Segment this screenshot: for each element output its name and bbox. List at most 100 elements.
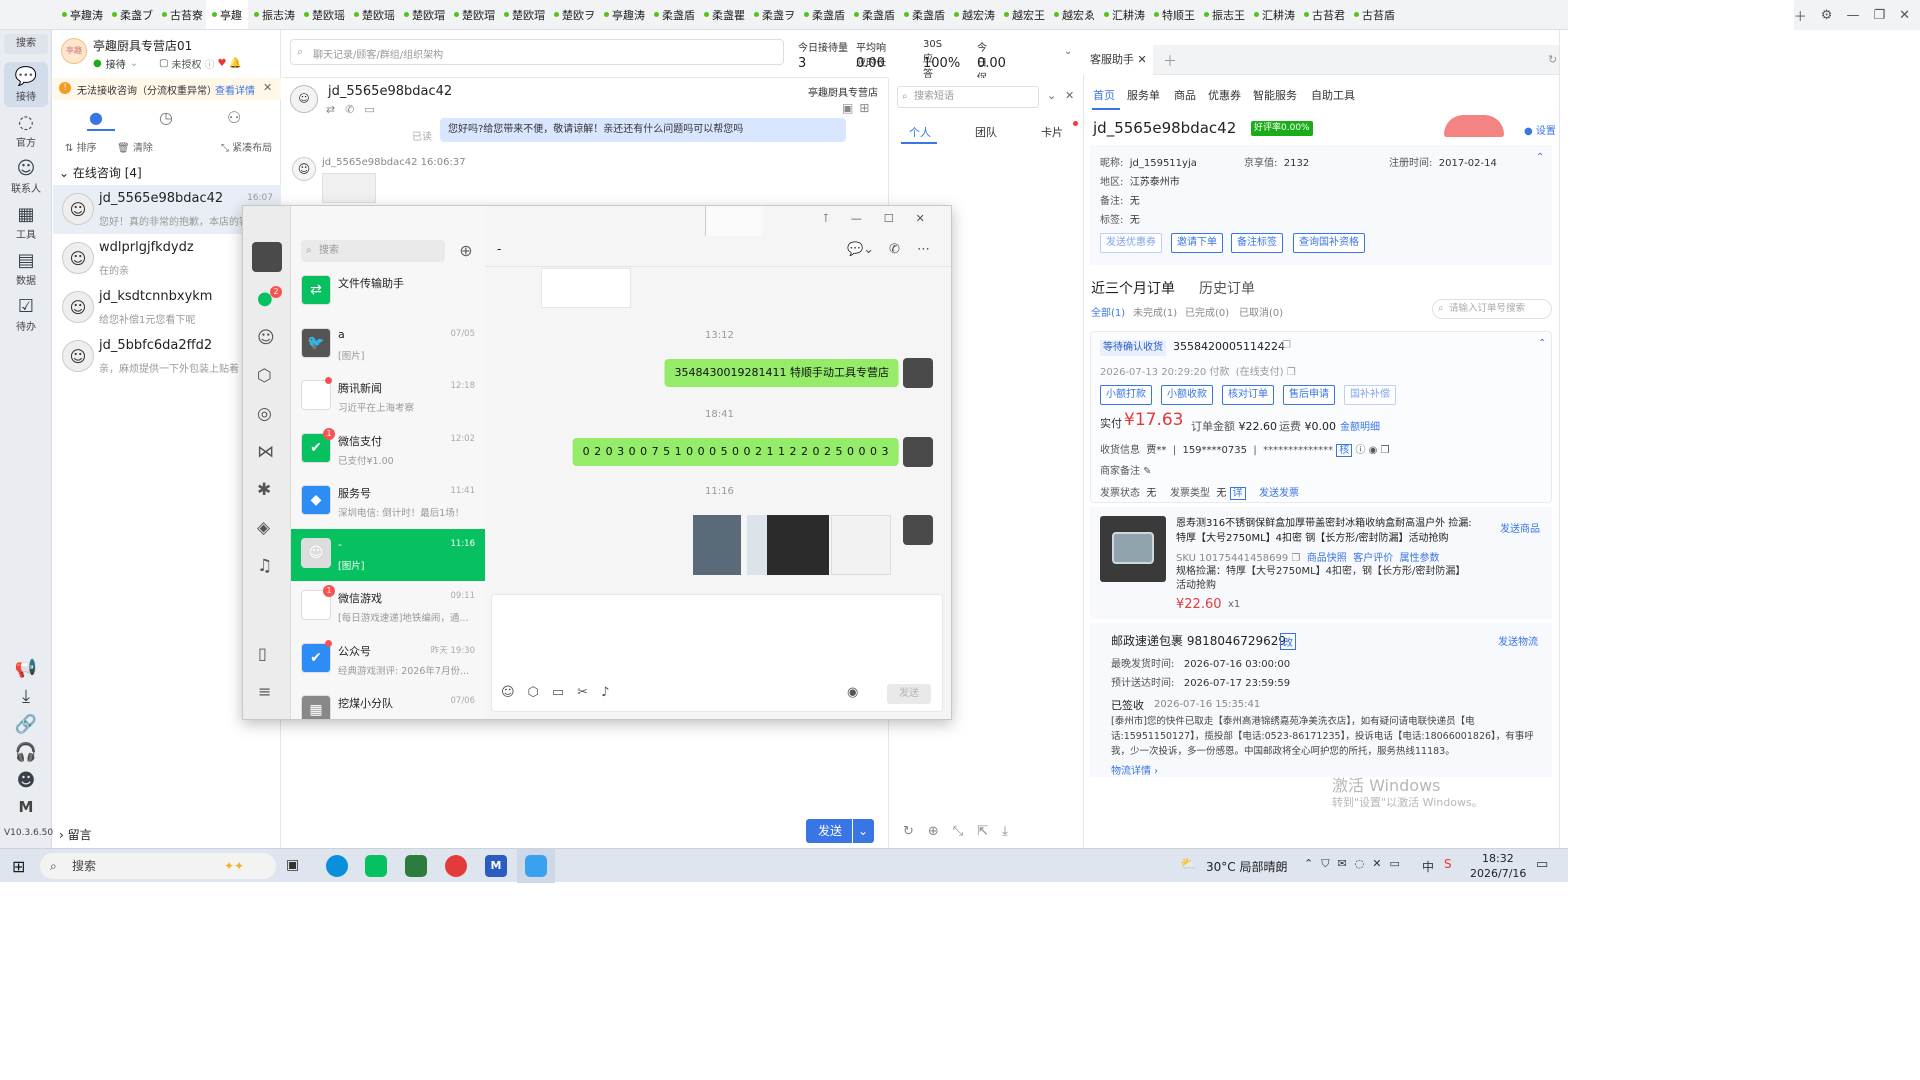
wechat-image-4[interactable] xyxy=(831,515,891,575)
add-tab-icon[interactable]: ＋ xyxy=(1794,6,1807,25)
app-red-icon[interactable] xyxy=(445,855,467,877)
send-coupon-button[interactable]: 发送优惠券 xyxy=(1100,233,1162,253)
wechat-chat-item[interactable]: ☺ - [图片] 11:16 xyxy=(291,528,485,581)
close-icon[interactable]: ✕ xyxy=(1899,8,1910,23)
chat-header-icons[interactable]: ⇄✆▭ xyxy=(326,103,385,116)
nav-todo[interactable]: ☑ 待办 xyxy=(4,296,48,333)
shop-tab[interactable]: 柔盏盾 xyxy=(798,0,848,29)
image-message-thumb[interactable] xyxy=(322,173,376,203)
nav-official[interactable]: ◌ 官方 xyxy=(4,112,48,149)
nav-reception[interactable]: 💬 接待 xyxy=(4,62,48,107)
aftersale-button[interactable]: 售后申请 xyxy=(1283,385,1335,405)
wechat-send-button[interactable]: 发送 xyxy=(887,684,931,704)
shop-tab[interactable]: 古苔寮 xyxy=(156,0,206,29)
close-panel-icon[interactable]: ✕ xyxy=(1065,89,1074,102)
task-view-icon[interactable]: ▣ xyxy=(286,857,299,873)
wechat-image-1[interactable] xyxy=(693,515,741,575)
headset-icon[interactable]: 🎧 xyxy=(4,742,48,764)
wechat-image-2[interactable] xyxy=(747,515,767,575)
reception-status[interactable]: ● 接待 ⌄ xyxy=(93,56,138,71)
shop-tab[interactable]: 特顺王 xyxy=(1148,0,1198,29)
wechat-menu-icon[interactable]: ≡ xyxy=(258,682,271,701)
product-title[interactable]: 恩寿测316不锈钢保鲜盒加厚带盖密封冰箱收纳盒耐高温户外 捡漏: 特厚【大号27… xyxy=(1176,516,1476,546)
collapse-order-icon[interactable]: ⌃ xyxy=(1538,338,1546,349)
shop-tab[interactable]: 柔盏盾 xyxy=(898,0,948,29)
wechat-voice-icon[interactable]: ◉ xyxy=(847,685,858,700)
clear-button[interactable]: 🗑 清除 xyxy=(117,139,153,154)
check-subsidy-button[interactable]: 查询国补资格 xyxy=(1293,233,1365,253)
download-icon[interactable]: ⤓ xyxy=(4,686,48,708)
app-green-icon[interactable] xyxy=(405,855,427,877)
taskbar-search-input[interactable]: ⌕ 搜索 ✦✦ xyxy=(40,853,276,879)
settings-link[interactable]: ● 设置 xyxy=(1524,122,1556,137)
shop-tab[interactable]: 楚欧ヲ xyxy=(548,0,598,29)
nav-data[interactable]: ▤ 数据 xyxy=(4,250,48,287)
notification-icon[interactable]: ▭ xyxy=(1536,857,1548,872)
wechat-favorites-icon[interactable]: ⬡ xyxy=(257,366,272,386)
wechat-chat-item[interactable]: ▦ 挖煤小分队 07/06 xyxy=(291,686,485,719)
wechat-chat-more-icon[interactable]: 💬⌄ xyxy=(847,242,874,257)
assistant-nav-tab[interactable]: 自助工具 xyxy=(1311,87,1355,103)
wechat-image-message[interactable] xyxy=(541,268,631,308)
link-icon[interactable]: 🔗 xyxy=(4,714,48,736)
jd-dd-icon[interactable] xyxy=(525,855,547,877)
collapse-icon[interactable]: ⌄ xyxy=(1047,89,1056,102)
warning-detail-link[interactable]: 查看详情 xyxy=(215,82,255,97)
send-invoice-link[interactable]: 发送发票 xyxy=(1259,484,1299,499)
tab-history-orders[interactable]: 历史订单 xyxy=(1199,278,1255,298)
ime-indicator[interactable]: 中 xyxy=(1422,858,1434,875)
wechat-search-input[interactable]: ⌕ 搜索 xyxy=(301,240,445,262)
wechat-chat-item[interactable]: ⇄ 文件传输助手 xyxy=(291,266,485,318)
assistant-nav-tab[interactable]: 商品 xyxy=(1174,87,1196,103)
restore-icon[interactable]: ❐ xyxy=(1873,8,1885,23)
stats-expand-icon[interactable]: ⌄ xyxy=(1064,46,1072,57)
shop-tab[interactable]: 柔盏盾 xyxy=(848,0,898,29)
shop-tab[interactable]: 汇耕涛 xyxy=(1248,0,1298,29)
wechat-input-toolbar-icons[interactable]: ☺⬡▭✂♪ xyxy=(501,685,622,700)
order-filter-tab[interactable]: 未完成(1) xyxy=(1133,304,1177,319)
message-section-header[interactable]: › 留言 xyxy=(59,826,92,843)
assistant-nav-tab[interactable]: 服务单 xyxy=(1127,87,1160,103)
wechat-add-icon[interactable]: ⊕ xyxy=(455,240,477,262)
shop-tab[interactable]: 越宏ゑ xyxy=(1048,0,1098,29)
nav-tools[interactable]: ▦ 工具 xyxy=(4,204,48,241)
amount-detail-link[interactable]: 金额明细 xyxy=(1340,418,1380,433)
wechat-chat-item[interactable]: ✔ 公众号 经典游戏测评: 2026年7月份... 昨天 19:30 xyxy=(291,634,485,686)
wechat-image-3[interactable] xyxy=(767,515,829,575)
shop-tab[interactable]: 汇耕涛 xyxy=(1098,0,1148,29)
chat-tools-icons[interactable]: ▣⊞ xyxy=(842,101,875,115)
shop-tab[interactable]: 柔盏ブ xyxy=(106,0,156,29)
add-tab-icon[interactable]: ＋ xyxy=(1163,51,1177,71)
wechat-chat-item[interactable]: ◆ 服务号 深圳电信: 倒计时！最后1场！ 11:41 xyxy=(291,476,485,528)
wechat-phone-icon[interactable]: ▯ xyxy=(258,644,267,663)
shop-tab[interactable]: 柔盏盾 xyxy=(648,0,698,29)
wechat-channels-icon[interactable]: ⋈ xyxy=(257,442,274,462)
shop-tab[interactable]: 柔盏瞿 xyxy=(698,0,748,29)
shop-tab[interactable]: 振志涛 xyxy=(248,0,298,29)
wechat-self-avatar[interactable] xyxy=(252,242,282,272)
app-m-icon[interactable]: M xyxy=(485,855,507,877)
shop-tab[interactable]: 楚欧瑶 xyxy=(348,0,398,29)
online-section-header[interactable]: ⌄ 在线咨询 [4] xyxy=(59,164,142,181)
shop-tab[interactable]: 楚欧瑶 xyxy=(298,0,348,29)
shop-tab[interactable]: 古苔君 xyxy=(1298,0,1348,29)
order-filter-tab[interactable]: 全部(1) xyxy=(1091,304,1125,319)
collapse-info-icon[interactable]: ⌃ xyxy=(1536,152,1544,163)
nav-contacts[interactable]: ☺ 联系人 xyxy=(4,158,48,195)
sort-button[interactable]: ⇅ 排序 xyxy=(65,139,97,154)
invite-order-button[interactable]: 邀请下单 xyxy=(1171,233,1223,253)
shop-tab[interactable]: 越宏王 xyxy=(998,0,1048,29)
wechat-chat-item[interactable]: ✦ 1 微信游戏 [每日游戏速递]地铁编闹，通... 09:11 xyxy=(291,581,485,633)
order-search-input[interactable]: ⌕ 请输入订单号搜索 xyxy=(1432,299,1552,319)
shop-tab[interactable]: 楚欧瑁 xyxy=(498,0,548,29)
weather-icon[interactable]: ⛅ xyxy=(1180,857,1196,872)
nav-search-button[interactable]: 搜索 xyxy=(4,34,48,54)
chat-send-button[interactable]: 发送 ⌄ xyxy=(806,819,874,843)
sogou-icon[interactable]: S xyxy=(1444,857,1452,871)
side-bottom-icons[interactable]: ↻⊕⤡⇱⤓ xyxy=(903,824,1022,839)
group-icon[interactable]: ⚇ xyxy=(227,108,241,127)
send-logistics-link[interactable]: 发送物流 xyxy=(1498,633,1538,648)
order-id[interactable]: 3558420005114224 xyxy=(1173,340,1285,353)
shop-tab[interactable]: 古苔盾 xyxy=(1348,0,1398,29)
m-logo-icon[interactable]: M xyxy=(4,798,48,816)
